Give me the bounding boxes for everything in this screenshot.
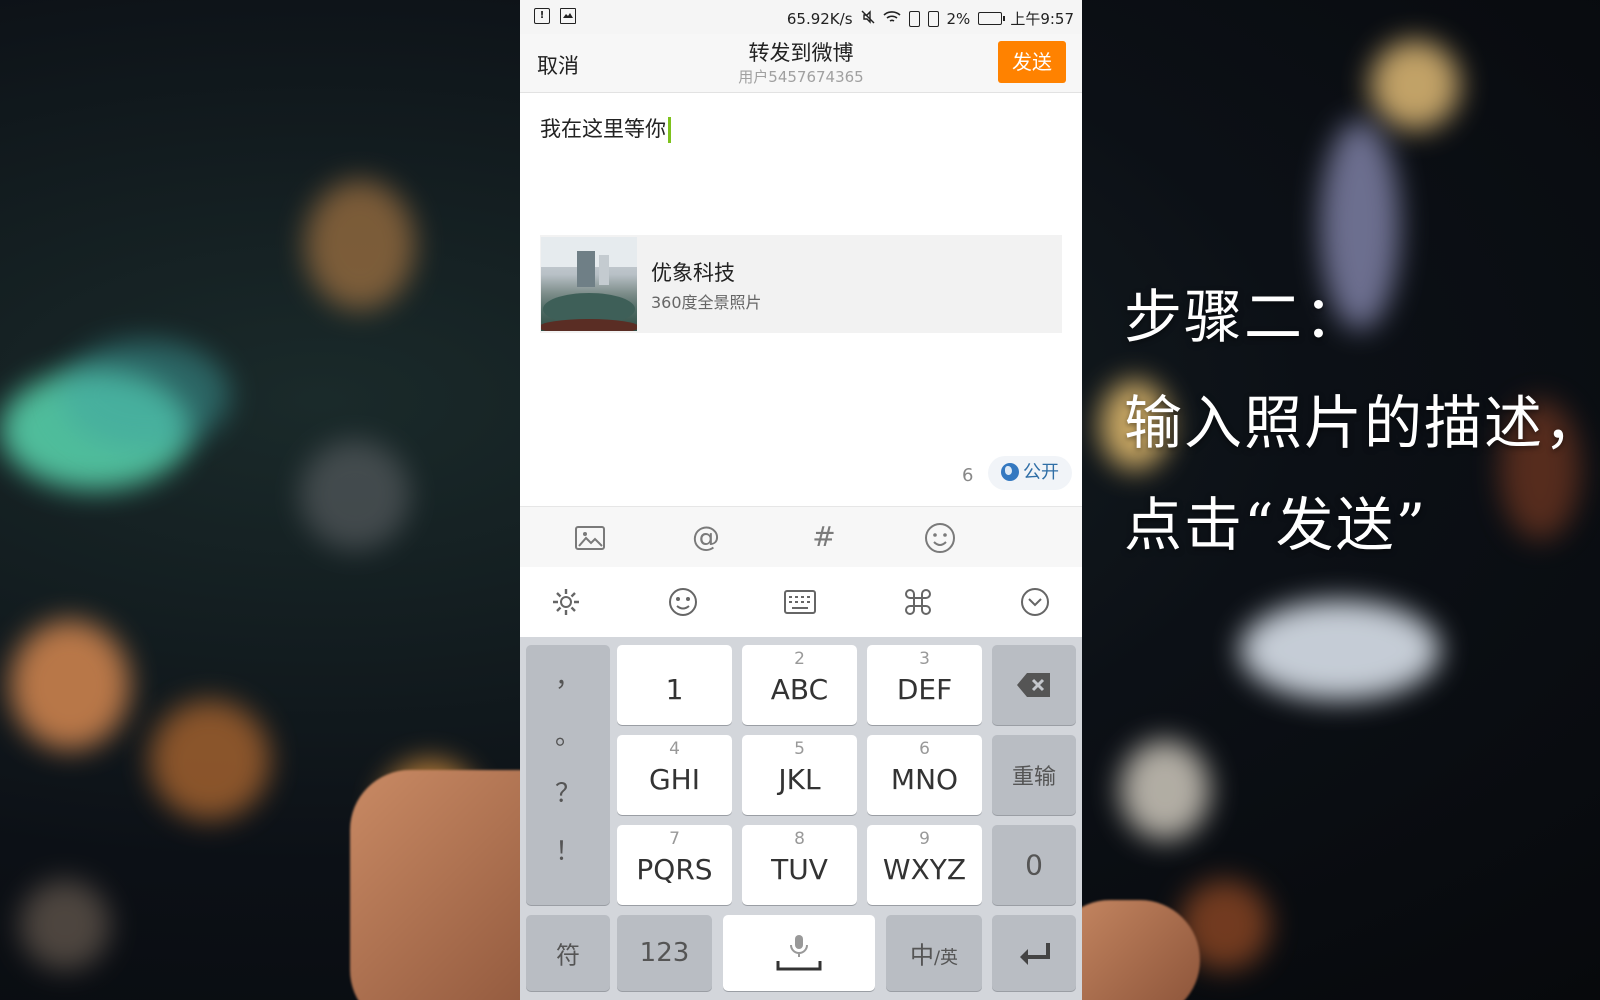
key-label: JKL (778, 763, 821, 796)
text-caret (668, 117, 671, 143)
clock: 上午9:57 (1010, 10, 1074, 28)
bokeh-light (20, 880, 110, 970)
key-label: GHI (648, 763, 700, 796)
key-number: 8 (794, 829, 805, 849)
key-label: 0 (1025, 848, 1043, 882)
bokeh-light (150, 700, 270, 820)
key-label: WXYZ (882, 853, 967, 886)
key-6[interactable]: 6 MNO (867, 735, 982, 815)
language-label: 中/英 (886, 936, 982, 971)
bokeh-light (1120, 740, 1210, 840)
instruction-line-1: 步骤二： (1124, 283, 1365, 351)
key-label: 1 (665, 673, 684, 706)
key-label: TUV (771, 853, 828, 886)
instruction-line-3: 点击“发送” (1124, 491, 1428, 559)
punct-period-key[interactable]: 。 (526, 715, 610, 752)
key-number: 6 (919, 739, 930, 759)
key-number: 9 (919, 829, 930, 849)
key-label: DEF (896, 673, 953, 706)
keyboard-toolbar (520, 567, 1082, 637)
enter-icon (1020, 943, 1050, 965)
status-bar: ! 65.92K/s 2% 上午9:57 (520, 0, 1082, 34)
alert-icon: ! (534, 8, 550, 24)
character-count: 6 (962, 465, 974, 486)
space-key[interactable] (723, 915, 875, 991)
collapse-icon[interactable] (1017, 583, 1053, 619)
key-4[interactable]: 4 GHI (617, 735, 732, 815)
compose-text: 我在这里等你 (540, 117, 666, 141)
key-9[interactable]: 9 WXYZ (867, 825, 982, 905)
key-label: PQRS (636, 853, 713, 886)
key-label: MNO (890, 763, 959, 796)
bokeh-light (1370, 40, 1460, 130)
sim-icon (908, 10, 920, 27)
bokeh-light (10, 620, 130, 750)
hashtag-icon[interactable]: # (804, 517, 844, 557)
key-8[interactable]: 8 TUV (742, 825, 857, 905)
t9-keyboard: ， 。 ？ ！ 1 2 ABC 3 DEF 4 GHI 5 JKL 6 MNO … (520, 637, 1082, 1000)
battery-percent: 2% (946, 9, 971, 28)
key-0[interactable]: 0 (992, 825, 1076, 905)
battery-icon (978, 12, 1006, 25)
symbol-label: 符 (556, 941, 580, 970)
punct-exclaim-key[interactable]: ！ (526, 831, 610, 868)
sim-icon (927, 10, 939, 27)
backspace-key[interactable] (992, 645, 1076, 725)
key-number: 7 (669, 829, 680, 849)
numeric-label: 123 (639, 938, 690, 968)
command-icon[interactable] (900, 583, 936, 619)
bokeh-light (300, 440, 410, 550)
punct-comma-key[interactable]: ， (526, 657, 610, 694)
punctuation-column: ， 。 ？ ！ (526, 645, 610, 905)
image-icon[interactable] (570, 517, 610, 557)
language-switch-key[interactable]: 中/英 (886, 915, 982, 991)
reinput-label: 重输 (1011, 765, 1056, 790)
phone-screen: ! 65.92K/s 2% 上午9:57 取消 转发到微博 用户54576743… (520, 0, 1082, 1000)
key-2[interactable]: 2 ABC (742, 645, 857, 725)
bokeh-light (60, 340, 230, 450)
mention-icon[interactable]: @ (686, 517, 726, 557)
card-description: 360度全景照片 (651, 293, 762, 312)
reinput-key[interactable]: 重输 (992, 735, 1076, 815)
visibility-button[interactable]: 公开 (988, 456, 1072, 490)
panorama-thumbnail (541, 237, 637, 331)
emoji-icon[interactable] (920, 517, 960, 557)
punct-question-key[interactable]: ？ (526, 773, 610, 810)
keyboard-icon[interactable] (782, 583, 818, 619)
language-sub: /英 (933, 947, 959, 969)
microphone-icon (776, 935, 822, 971)
image-icon (560, 8, 576, 24)
shared-content-card[interactable]: 优象科技 360度全景照片 (540, 235, 1062, 333)
globe-icon (1001, 463, 1019, 481)
enter-key[interactable] (992, 915, 1076, 991)
key-5[interactable]: 5 JKL (742, 735, 857, 815)
bokeh-light (1240, 600, 1440, 700)
emoji-face-icon[interactable] (665, 583, 701, 619)
numeric-key[interactable]: 123 (617, 915, 712, 991)
language-main: 中 (909, 941, 934, 970)
card-title: 优象科技 (651, 261, 735, 285)
key-number: 5 (794, 739, 805, 759)
key-7[interactable]: 7 PQRS (617, 825, 732, 905)
visibility-label: 公开 (1023, 462, 1059, 483)
nav-bar: 取消 转发到微博 用户5457674365 发送 (520, 34, 1082, 93)
key-number: 2 (794, 649, 805, 669)
send-button[interactable]: 发送 (998, 41, 1066, 83)
mute-icon (861, 9, 875, 28)
key-label: ABC (770, 673, 829, 706)
key-number: 4 (669, 739, 680, 759)
compose-toolbar: @ # (520, 506, 1082, 568)
bokeh-light (305, 180, 415, 310)
key-3[interactable]: 3 DEF (867, 645, 982, 725)
gear-icon[interactable] (548, 583, 584, 619)
key-number: 3 (919, 649, 930, 669)
network-speed: 65.92K/s (786, 9, 853, 28)
key-1[interactable]: 1 (617, 645, 732, 725)
wifi-icon (882, 10, 901, 28)
symbol-key[interactable]: 符 (526, 915, 610, 991)
instruction-line-2: 输入照片的描述， (1124, 389, 1600, 457)
compose-input[interactable]: 我在这里等你 (540, 113, 671, 143)
